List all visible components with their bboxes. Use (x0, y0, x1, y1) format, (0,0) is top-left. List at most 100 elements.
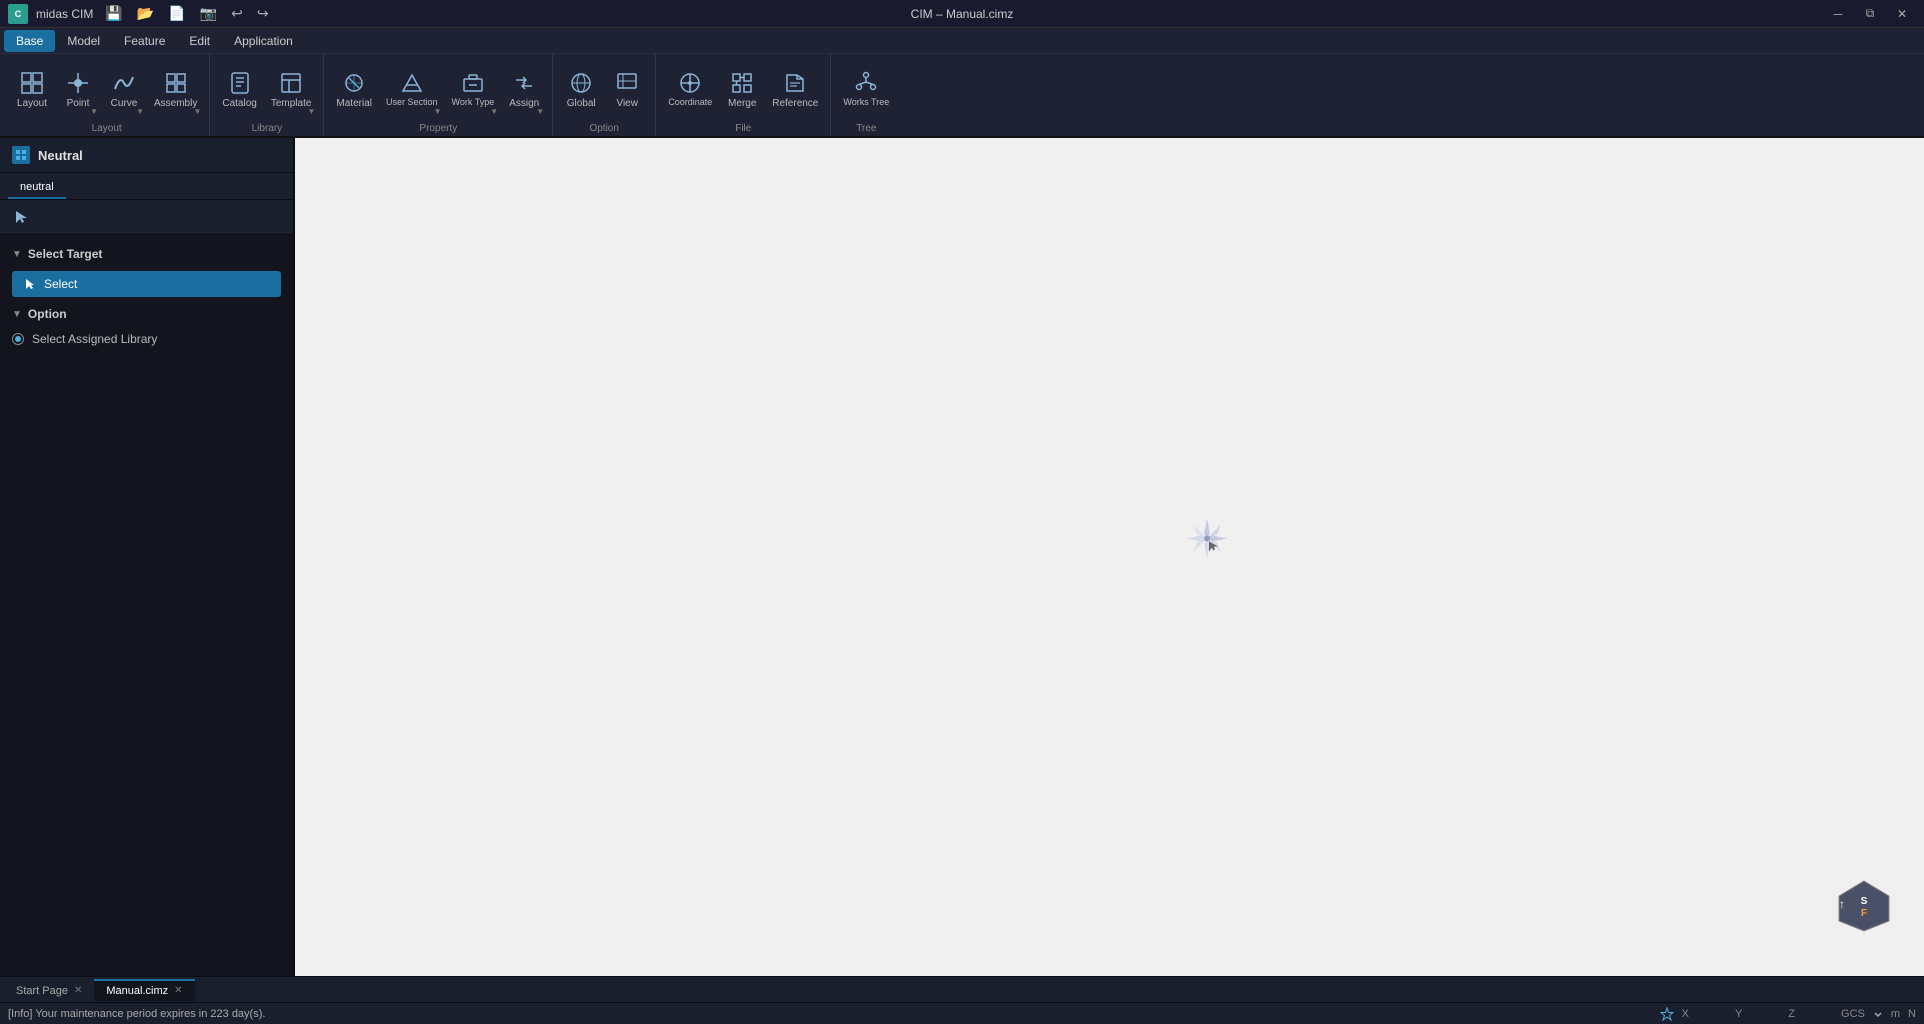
panel-icon (12, 146, 30, 164)
reference-icon (783, 71, 807, 95)
viewport[interactable]: S F ↑ (295, 138, 1924, 976)
viewport-cursor (1182, 514, 1232, 567)
nav-cube[interactable]: S F ↑ (1834, 876, 1894, 936)
option-select-assigned-library[interactable]: Select Assigned Library (0, 327, 293, 351)
save-icon[interactable]: 💾 (101, 3, 126, 24)
screenshot-icon[interactable]: 📷 (196, 3, 221, 24)
ribbon-btn-material[interactable]: Material (330, 62, 378, 118)
ribbon-group-layout-buttons: Layout Point ▼ Curve ▼ Assembly (10, 58, 203, 121)
tab-manualcimz[interactable]: Manual.cimz ✕ (94, 979, 194, 1001)
tab-manualcimz-close[interactable]: ✕ (174, 985, 182, 996)
ribbon-btn-point[interactable]: Point ▼ (56, 62, 100, 118)
curve-icon (112, 71, 136, 95)
assembly-icon (164, 71, 188, 95)
ribbon-group-property-buttons: Material User Section ▼ Work Type ▼ (330, 58, 546, 121)
restore-button[interactable]: ⧉ (1856, 4, 1884, 24)
bottom-tabs: Start Page ✕ Manual.cimz ✕ (0, 976, 1924, 1002)
gcs-dropdown-icon[interactable] (1873, 1009, 1883, 1019)
menu-item-edit[interactable]: Edit (177, 30, 222, 52)
assembly-arrow: ▼ (193, 107, 201, 116)
saveas-icon[interactable]: 📄 (164, 3, 189, 24)
x-label: X (1682, 1008, 1689, 1020)
open-icon[interactable]: 📂 (133, 3, 158, 24)
ribbon-btn-worktype[interactable]: Work Type ▼ (446, 62, 501, 118)
option-header[interactable]: ▼ Option (0, 301, 293, 327)
n-label: N (1908, 1008, 1916, 1020)
app-name: midas CIM (36, 7, 93, 21)
ribbon-btn-catalog[interactable]: Catalog (216, 62, 262, 118)
coords-icon (1660, 1007, 1674, 1021)
menu-item-base[interactable]: Base (4, 30, 55, 52)
menu-item-model[interactable]: Model (55, 30, 112, 52)
global-icon (569, 71, 593, 95)
menu-item-application[interactable]: Application (222, 30, 305, 52)
gcs-label: GCS (1841, 1008, 1865, 1020)
material-label: Material (336, 98, 372, 109)
select-target-header[interactable]: ▼ Select Target (0, 241, 293, 267)
panel-content: ▼ Select Target Select ▼ Option Select A… (0, 235, 293, 976)
ribbon-btn-layout[interactable]: Layout (10, 62, 54, 118)
coordinate-label: Coordinate (668, 98, 712, 108)
m-label: m (1891, 1008, 1900, 1020)
menu-item-feature[interactable]: Feature (112, 30, 177, 52)
assign-icon (512, 71, 536, 95)
workstree-label: Works Tree (843, 98, 889, 108)
ribbon: Layout Point ▼ Curve ▼ Assembly (0, 54, 1924, 138)
status-message: [Info] Your maintenance period expires i… (8, 1008, 1644, 1020)
tab-bar: neutral (0, 173, 293, 200)
merge-label: Merge (728, 98, 756, 109)
catalog-label: Catalog (222, 98, 256, 109)
template-label: Template (271, 98, 312, 109)
option-group-label: Option (559, 121, 649, 134)
global-label: Global (567, 98, 596, 109)
ribbon-group-library-buttons: Catalog Template ▼ (216, 58, 317, 121)
window-controls: ─ ⧉ ✕ (1824, 4, 1916, 24)
ribbon-btn-usersection[interactable]: User Section ▼ (380, 62, 444, 118)
ribbon-btn-workstree[interactable]: Works Tree (837, 62, 895, 118)
ribbon-group-file: Coordinate Merge Reference File (656, 54, 831, 136)
ribbon-btn-reference[interactable]: Reference (766, 62, 824, 118)
ribbon-btn-view[interactable]: View (605, 62, 649, 118)
point-label: Point (67, 98, 90, 109)
assign-arrow: ▼ (536, 107, 544, 116)
tab-startpage-close[interactable]: ✕ (74, 985, 82, 996)
z-label: Z (1788, 1008, 1795, 1020)
minimize-button[interactable]: ─ (1824, 4, 1852, 24)
option-label: Option (28, 307, 67, 321)
body-container: Neutral neutral ▼ Select Target Select (0, 138, 1924, 1024)
ribbon-group-tree: Works Tree Tree (831, 54, 901, 136)
tab-startpage[interactable]: Start Page ✕ (4, 979, 94, 1001)
title-bar: C midas CIM 💾 📂 📄 📷 ↩ ↪ CIM – Manual.cim… (0, 0, 1924, 28)
panel-tab-neutral[interactable]: neutral (8, 177, 66, 199)
tab-startpage-label: Start Page (16, 985, 68, 997)
title-bar-icons: 💾 📂 📄 📷 ↩ ↪ (101, 3, 272, 24)
ribbon-btn-global[interactable]: Global (559, 62, 603, 118)
ribbon-group-option-buttons: Global View (559, 58, 649, 121)
left-panel-header: Neutral (0, 138, 293, 173)
y-label: Y (1735, 1008, 1742, 1020)
layout-label: Layout (17, 98, 47, 109)
select-assigned-library-label: Select Assigned Library (32, 332, 157, 346)
view-label: View (616, 98, 638, 109)
tool-bar (0, 200, 293, 235)
svg-text:F: F (1861, 908, 1867, 919)
ribbon-btn-template[interactable]: Template ▼ (265, 62, 318, 118)
assembly-label: Assembly (154, 98, 197, 109)
ribbon-btn-curve[interactable]: Curve ▼ (102, 62, 146, 118)
merge-icon (730, 71, 754, 95)
ribbon-btn-coordinate[interactable]: Coordinate (662, 62, 718, 118)
ribbon-btn-assign[interactable]: Assign ▼ (502, 62, 546, 118)
close-button[interactable]: ✕ (1888, 4, 1916, 24)
worktype-arrow: ▼ (490, 107, 498, 116)
select-button[interactable]: Select (12, 271, 281, 297)
ribbon-btn-merge[interactable]: Merge (720, 62, 764, 118)
ribbon-group-tree-buttons: Works Tree (837, 58, 895, 121)
redo-icon[interactable]: ↪ (253, 3, 273, 24)
ribbon-group-file-buttons: Coordinate Merge Reference (662, 58, 824, 121)
worktype-icon (461, 71, 485, 95)
cursor-tool-button[interactable] (8, 204, 34, 230)
usersection-label: User Section (386, 98, 438, 108)
undo-icon[interactable]: ↩ (227, 3, 247, 24)
select-button-label: Select (44, 277, 77, 291)
ribbon-btn-assembly[interactable]: Assembly ▼ (148, 62, 203, 118)
